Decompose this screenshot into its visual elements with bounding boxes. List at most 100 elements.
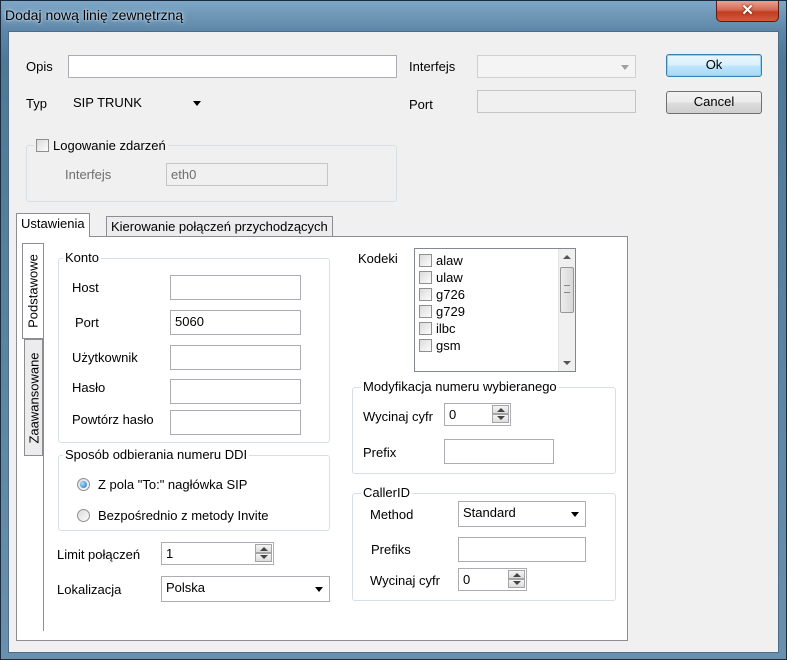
lokalizacja-select[interactable]: Polska: [161, 576, 330, 602]
ddi-option-invite-label[interactable]: Bezpośrednio z metody Invite: [98, 508, 269, 523]
ddi-title: Sposób odbierania numeru DDI: [63, 447, 250, 462]
lokalizacja-value: Polska: [166, 580, 206, 595]
konto-title: Konto: [63, 250, 101, 265]
side-divider: [43, 243, 44, 631]
side-tab-zaawansowane[interactable]: Zaawansowane: [24, 339, 43, 456]
codec-checkbox[interactable]: [419, 339, 432, 353]
ddi-radio-to[interactable]: [77, 478, 90, 491]
host-label: Host: [72, 280, 99, 295]
interfejs-label: Interfejs: [409, 59, 456, 74]
codec-item[interactable]: ilbc: [419, 321, 456, 338]
typ-select[interactable]: SIP TRUNK: [68, 91, 208, 114]
codec-checkbox[interactable]: [419, 271, 432, 285]
codec-label: gsm: [436, 338, 461, 353]
kodeki-label: Kodeki: [358, 251, 398, 266]
codec-checkbox[interactable]: [419, 288, 432, 302]
tab-ustawienia[interactable]: Ustawienia: [16, 213, 90, 237]
codec-item[interactable]: gsm: [419, 338, 461, 355]
scroll-down-icon[interactable]: [559, 355, 575, 371]
logging-interfejs-label: Interfejs: [65, 167, 112, 182]
callerid-wycinaj-value: 0: [463, 572, 471, 587]
close-button[interactable]: ✕: [716, 1, 779, 22]
codec-item[interactable]: alaw: [419, 253, 463, 270]
codec-checkbox[interactable]: [419, 305, 432, 319]
prefix-input[interactable]: [444, 439, 554, 464]
logging-interfejs-input[interactable]: eth0: [166, 163, 328, 186]
codec-label: alaw: [436, 253, 463, 268]
tab-kierowanie[interactable]: Kierowanie połączeń przychodzących: [106, 216, 333, 237]
dialog-client: Opis Interfejs Ok Typ SIP TRUNK Port Can…: [8, 31, 779, 653]
modyfikacja-title: Modyfikacja numeru wybieranego: [361, 379, 559, 394]
codec-checkbox[interactable]: [419, 322, 432, 336]
modyfikacja-wycinaj-label: Wycinaj cyfr: [363, 409, 433, 424]
codec-checkbox[interactable]: [419, 254, 432, 268]
limit-spinner[interactable]: 1: [161, 542, 274, 565]
konto-port-input[interactable]: 5060: [170, 310, 301, 335]
codec-item[interactable]: g729: [419, 304, 465, 321]
port-label: Port: [409, 97, 433, 112]
host-input[interactable]: [170, 275, 301, 300]
dialog-window: Dodaj nową linię zewnętrzną ✕ Opis Inter…: [0, 0, 787, 660]
chevron-down-icon: [571, 512, 579, 517]
limit-value: 1: [166, 546, 174, 561]
cancel-button[interactable]: Cancel: [666, 91, 762, 114]
chevron-down-icon: [621, 65, 629, 70]
codec-label: ulaw: [436, 270, 463, 285]
typ-label: Typ: [26, 96, 47, 111]
user-label: Użytkownik: [72, 350, 138, 365]
codec-label: ilbc: [436, 321, 456, 336]
spin-down-icon[interactable]: [492, 414, 509, 423]
side-tab-podstawowe-label: Podstawowe: [25, 254, 41, 328]
opis-input[interactable]: [68, 55, 397, 78]
side-tab-zaawansowane-label: Zaawansowane: [26, 351, 41, 444]
password-repeat-label: Powtórz hasło: [72, 412, 154, 427]
title-bar[interactable]: Dodaj nową linię zewnętrzną ✕: [1, 1, 786, 31]
settings-tab-panel: Podstawowe Zaawansowane Konto Host Port …: [16, 236, 628, 641]
scroll-up-icon[interactable]: [559, 249, 575, 265]
modyfikacja-wycinaj-spinner[interactable]: 0: [444, 403, 511, 426]
spin-down-icon[interactable]: [255, 553, 272, 562]
lokalizacja-label: Lokalizacja: [57, 582, 122, 597]
ddi-option-to-label[interactable]: Z pola "To:" nagłówka SIP: [98, 477, 247, 492]
opis-label: Opis: [26, 59, 53, 74]
chevron-down-icon: [315, 587, 323, 592]
method-value: Standard: [463, 505, 516, 520]
konto-port-label: Port: [75, 315, 99, 330]
codec-item[interactable]: ulaw: [419, 270, 463, 287]
ok-button[interactable]: Ok: [666, 54, 762, 77]
scroll-thumb[interactable]: [560, 267, 574, 313]
interfejs-select[interactable]: [477, 55, 636, 78]
callerid-title: CallerID: [361, 485, 412, 500]
codec-label: g729: [436, 304, 465, 319]
ddi-radio-invite[interactable]: [77, 509, 90, 522]
user-input[interactable]: [170, 345, 301, 370]
limit-label: Limit połączeń: [57, 547, 141, 562]
spin-down-icon[interactable]: [508, 579, 525, 588]
logging-checkbox-label: Logowanie zdarzeń: [53, 138, 166, 153]
side-tab-podstawowe[interactable]: Podstawowe: [22, 243, 43, 339]
spin-up-icon[interactable]: [255, 544, 272, 553]
logging-checkbox[interactable]: [36, 139, 49, 153]
spin-up-icon[interactable]: [508, 570, 525, 579]
kodeki-list[interactable]: alaw ulaw g726 g729 ilbc gsm: [414, 248, 576, 372]
codec-item[interactable]: g726: [419, 287, 465, 304]
password-repeat-input[interactable]: [170, 410, 301, 435]
callerid-wycinaj-label: Wycinaj cyfr: [370, 573, 440, 588]
callerid-wycinaj-spinner[interactable]: 0: [458, 568, 527, 591]
prefiks-label: Prefiks: [371, 542, 411, 557]
close-icon: ✕: [741, 2, 754, 19]
window-title: Dodaj nową linię zewnętrzną: [5, 7, 184, 23]
method-label: Method: [370, 507, 414, 522]
typ-value: SIP TRUNK: [73, 95, 142, 110]
kodeki-scrollbar[interactable]: [558, 249, 575, 371]
prefix-label: Prefix: [363, 445, 397, 460]
method-select[interactable]: Standard: [458, 501, 586, 527]
port-input[interactable]: [477, 90, 636, 113]
prefiks-input[interactable]: [458, 537, 586, 562]
password-label: Hasło: [72, 380, 106, 395]
logging-title: Logowanie zdarzeń: [34, 138, 168, 154]
spin-up-icon[interactable]: [492, 405, 509, 414]
password-input[interactable]: [170, 379, 301, 404]
codec-label: g726: [436, 287, 465, 302]
chevron-down-icon: [193, 101, 201, 106]
